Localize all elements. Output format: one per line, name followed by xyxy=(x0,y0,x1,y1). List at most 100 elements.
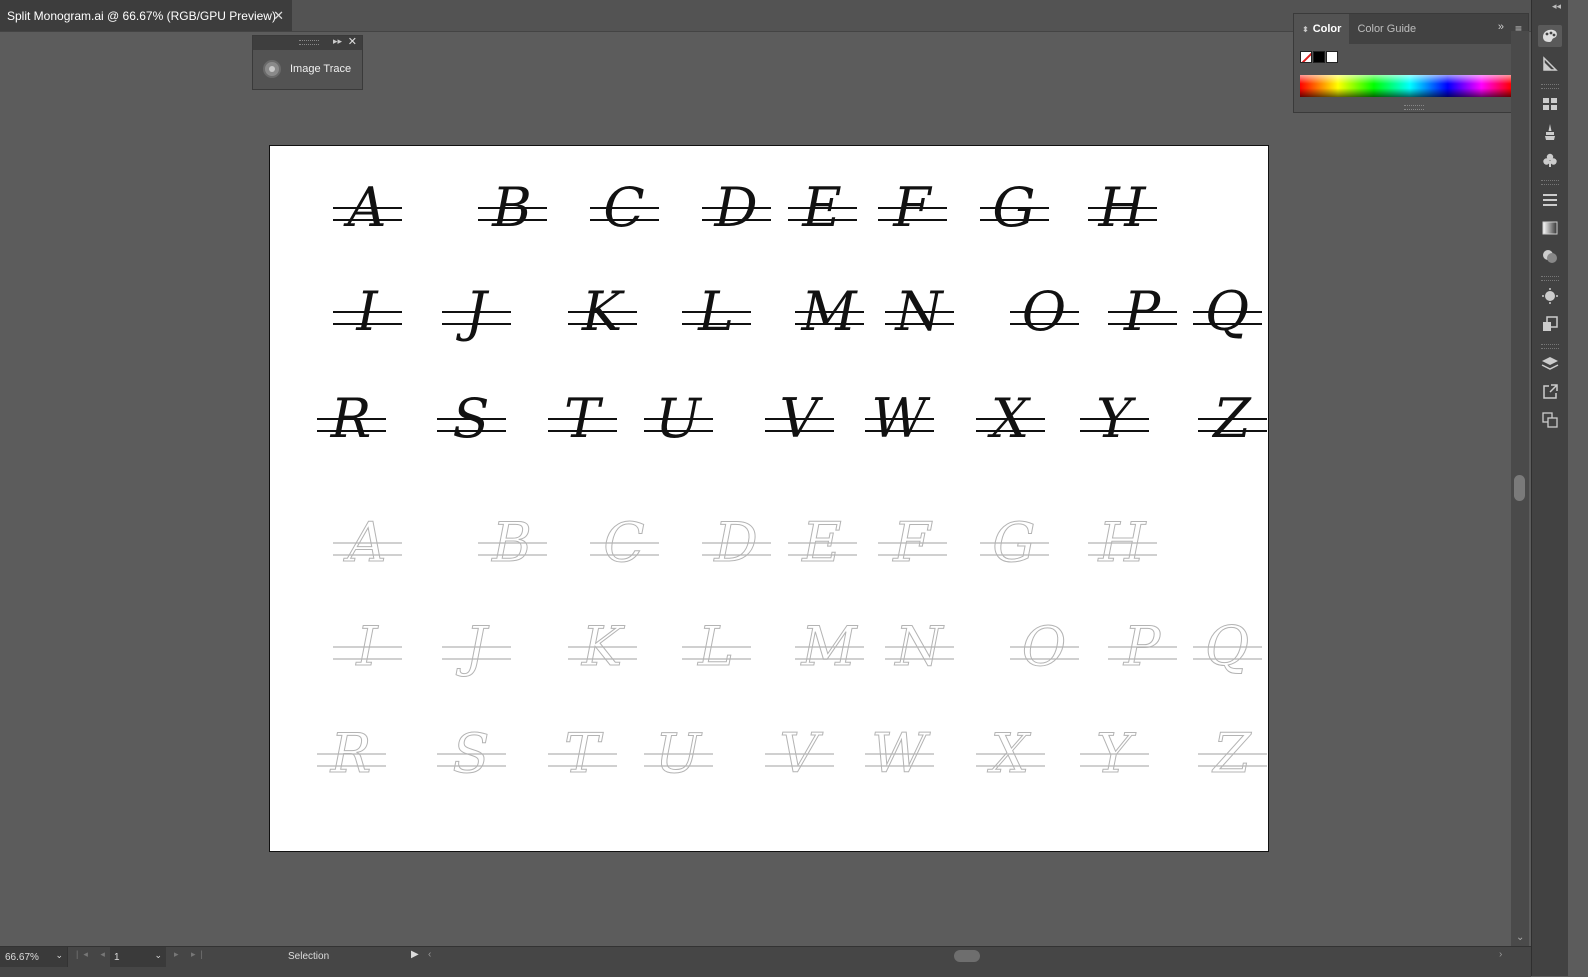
monogram-letter[interactable]: Y xyxy=(1080,387,1149,450)
artboards-icon[interactable] xyxy=(1538,409,1562,431)
right-panel-dock: ◂◂ xyxy=(1531,0,1568,976)
monogram-letter[interactable]: E xyxy=(788,176,857,239)
monogram-letter[interactable]: D xyxy=(702,176,771,239)
monogram-letter[interactable]: N xyxy=(885,615,954,679)
monogram-letter[interactable]: K xyxy=(568,615,637,679)
monogram-letter[interactable]: O xyxy=(1010,280,1079,343)
monogram-letter[interactable]: X xyxy=(976,722,1045,786)
monogram-letter[interactable]: G xyxy=(980,511,1049,575)
tab-color-guide-label: Color Guide xyxy=(1357,23,1417,35)
transparency-icon[interactable] xyxy=(1538,245,1562,267)
monogram-letter[interactable]: U xyxy=(644,387,713,450)
tab-color[interactable]: ⬍ Color xyxy=(1294,14,1350,44)
monogram-letter[interactable]: P xyxy=(1108,615,1177,679)
monogram-letter[interactable]: Q xyxy=(1193,615,1262,679)
monogram-letter[interactable]: R xyxy=(317,387,386,450)
monogram-letter[interactable]: K xyxy=(568,280,637,343)
monogram-letter[interactable]: W xyxy=(865,722,934,786)
monogram-letter[interactable]: P xyxy=(1108,280,1177,343)
artboard-dropdown-icon[interactable]: ⌄ xyxy=(154,950,162,961)
monogram-letter[interactable]: Q xyxy=(1193,280,1262,343)
panel-grip[interactable] xyxy=(299,40,319,45)
monogram-letter[interactable]: F xyxy=(878,176,947,239)
monogram-letter[interactable]: B xyxy=(478,176,547,239)
monogram-letter[interactable]: V xyxy=(765,387,834,450)
symbols-icon[interactable] xyxy=(1538,149,1562,171)
monogram-letter[interactable]: W xyxy=(865,387,934,450)
artboard[interactable]: ABCDEFGHIJKLMNOPQRSTUVWXYZABCDEFGHIJKLMN… xyxy=(269,145,1269,852)
collapse-panel-icon[interactable]: ▸▸ xyxy=(333,36,342,47)
monogram-canvas: A B C D E F G HI J K L M N O P QR S T U V W X Y ZA B C D E F G HI J K L M N… xyxy=(317,176,1267,786)
monogram-letter[interactable]: U xyxy=(644,722,713,786)
artboard-number-select[interactable]: 1 ⌄ xyxy=(110,947,166,967)
close-document-icon[interactable]: ✕ xyxy=(273,8,284,24)
monogram-letter[interactable]: O xyxy=(1010,615,1079,679)
monogram-letter[interactable]: A xyxy=(333,511,402,575)
monogram-letter[interactable]: Z xyxy=(1198,722,1267,786)
close-panel-icon[interactable]: ✕ xyxy=(348,35,357,48)
monogram-letter[interactable]: L xyxy=(682,615,751,679)
first-previous-artboard-icon[interactable]: |◂ ◂ xyxy=(76,949,110,960)
monogram-letter[interactable]: H xyxy=(1088,511,1157,575)
color-spectrum[interactable] xyxy=(1300,75,1511,97)
zoom-select[interactable]: 66.67% ⌄ xyxy=(0,947,68,967)
swatches-icon[interactable] xyxy=(1538,93,1562,115)
monogram-letter[interactable]: J xyxy=(442,280,511,343)
monogram-letter[interactable]: X xyxy=(976,387,1045,450)
monogram-letter[interactable]: Z xyxy=(1198,387,1267,450)
scroll-right-icon[interactable]: › xyxy=(1499,949,1502,960)
zoom-dropdown-icon[interactable]: ⌄ xyxy=(55,950,63,961)
monogram-letter[interactable]: I xyxy=(333,615,402,679)
color-guide-icon[interactable] xyxy=(1538,53,1562,75)
collapse-dock-icon[interactable]: ◂◂ xyxy=(1552,1,1561,12)
monogram-letter[interactable]: Y xyxy=(1080,722,1149,786)
monogram-letter[interactable]: H xyxy=(1088,176,1157,239)
document-tab[interactable]: Split Monogram.ai @ 66.67% (RGB/GPU Prev… xyxy=(0,0,292,31)
stroke-icon[interactable] xyxy=(1538,189,1562,211)
scroll-down-icon[interactable]: ⌄ xyxy=(1516,932,1524,943)
monogram-letter[interactable]: N xyxy=(885,280,954,343)
gradient-icon[interactable] xyxy=(1538,217,1562,239)
appearance-icon[interactable] xyxy=(1538,285,1562,307)
graphic-styles-icon[interactable] xyxy=(1538,313,1562,335)
monogram-letter[interactable]: J xyxy=(442,615,511,679)
monogram-letter[interactable]: V xyxy=(765,722,834,786)
black-swatch[interactable] xyxy=(1313,51,1325,63)
layers-icon[interactable] xyxy=(1538,353,1562,375)
vertical-scroll-thumb[interactable] xyxy=(1514,475,1525,501)
monogram-letter[interactable]: I xyxy=(333,280,402,343)
dock-divider xyxy=(1541,180,1559,185)
asset-export-icon[interactable] xyxy=(1538,381,1562,403)
color-panel-icon[interactable] xyxy=(1538,25,1562,47)
monogram-letter[interactable]: E xyxy=(788,511,857,575)
status-menu-arrow-icon[interactable]: ▶ xyxy=(411,949,419,960)
tab-color-guide[interactable]: Color Guide xyxy=(1349,14,1424,44)
monogram-letter[interactable]: A xyxy=(333,176,402,239)
monogram-letter[interactable]: S xyxy=(437,387,506,450)
monogram-letter[interactable]: D xyxy=(702,511,771,575)
dock-divider xyxy=(1541,276,1559,281)
image-trace-button[interactable]: Image Trace xyxy=(253,50,362,88)
panel-header[interactable]: ▸▸ ✕ xyxy=(253,36,362,50)
panel-resize-grip[interactable] xyxy=(1404,105,1424,110)
monogram-letter[interactable]: C xyxy=(590,511,659,575)
brushes-icon[interactable] xyxy=(1538,121,1562,143)
vertical-scrollbar[interactable]: ⌄ xyxy=(1511,31,1529,946)
monogram-letter[interactable]: B xyxy=(478,511,547,575)
next-last-artboard-icon[interactable]: ▸ ▸| xyxy=(174,949,208,960)
monogram-letter[interactable]: R xyxy=(317,722,386,786)
none-swatch[interactable] xyxy=(1300,51,1312,63)
horizontal-scroll-thumb[interactable] xyxy=(954,950,980,962)
monogram-letter[interactable]: M xyxy=(795,615,864,679)
monogram-letter[interactable]: L xyxy=(682,280,751,343)
scroll-left-icon[interactable]: ‹ xyxy=(428,949,431,960)
expand-panels-icon[interactable]: » xyxy=(1498,21,1504,33)
monogram-letter[interactable]: T xyxy=(548,722,617,786)
white-swatch[interactable] xyxy=(1326,51,1338,63)
monogram-letter[interactable]: S xyxy=(437,722,506,786)
monogram-letter[interactable]: F xyxy=(878,511,947,575)
monogram-letter[interactable]: C xyxy=(590,176,659,239)
monogram-letter[interactable]: T xyxy=(548,387,617,450)
monogram-letter[interactable]: M xyxy=(795,280,864,343)
monogram-letter[interactable]: G xyxy=(980,176,1049,239)
